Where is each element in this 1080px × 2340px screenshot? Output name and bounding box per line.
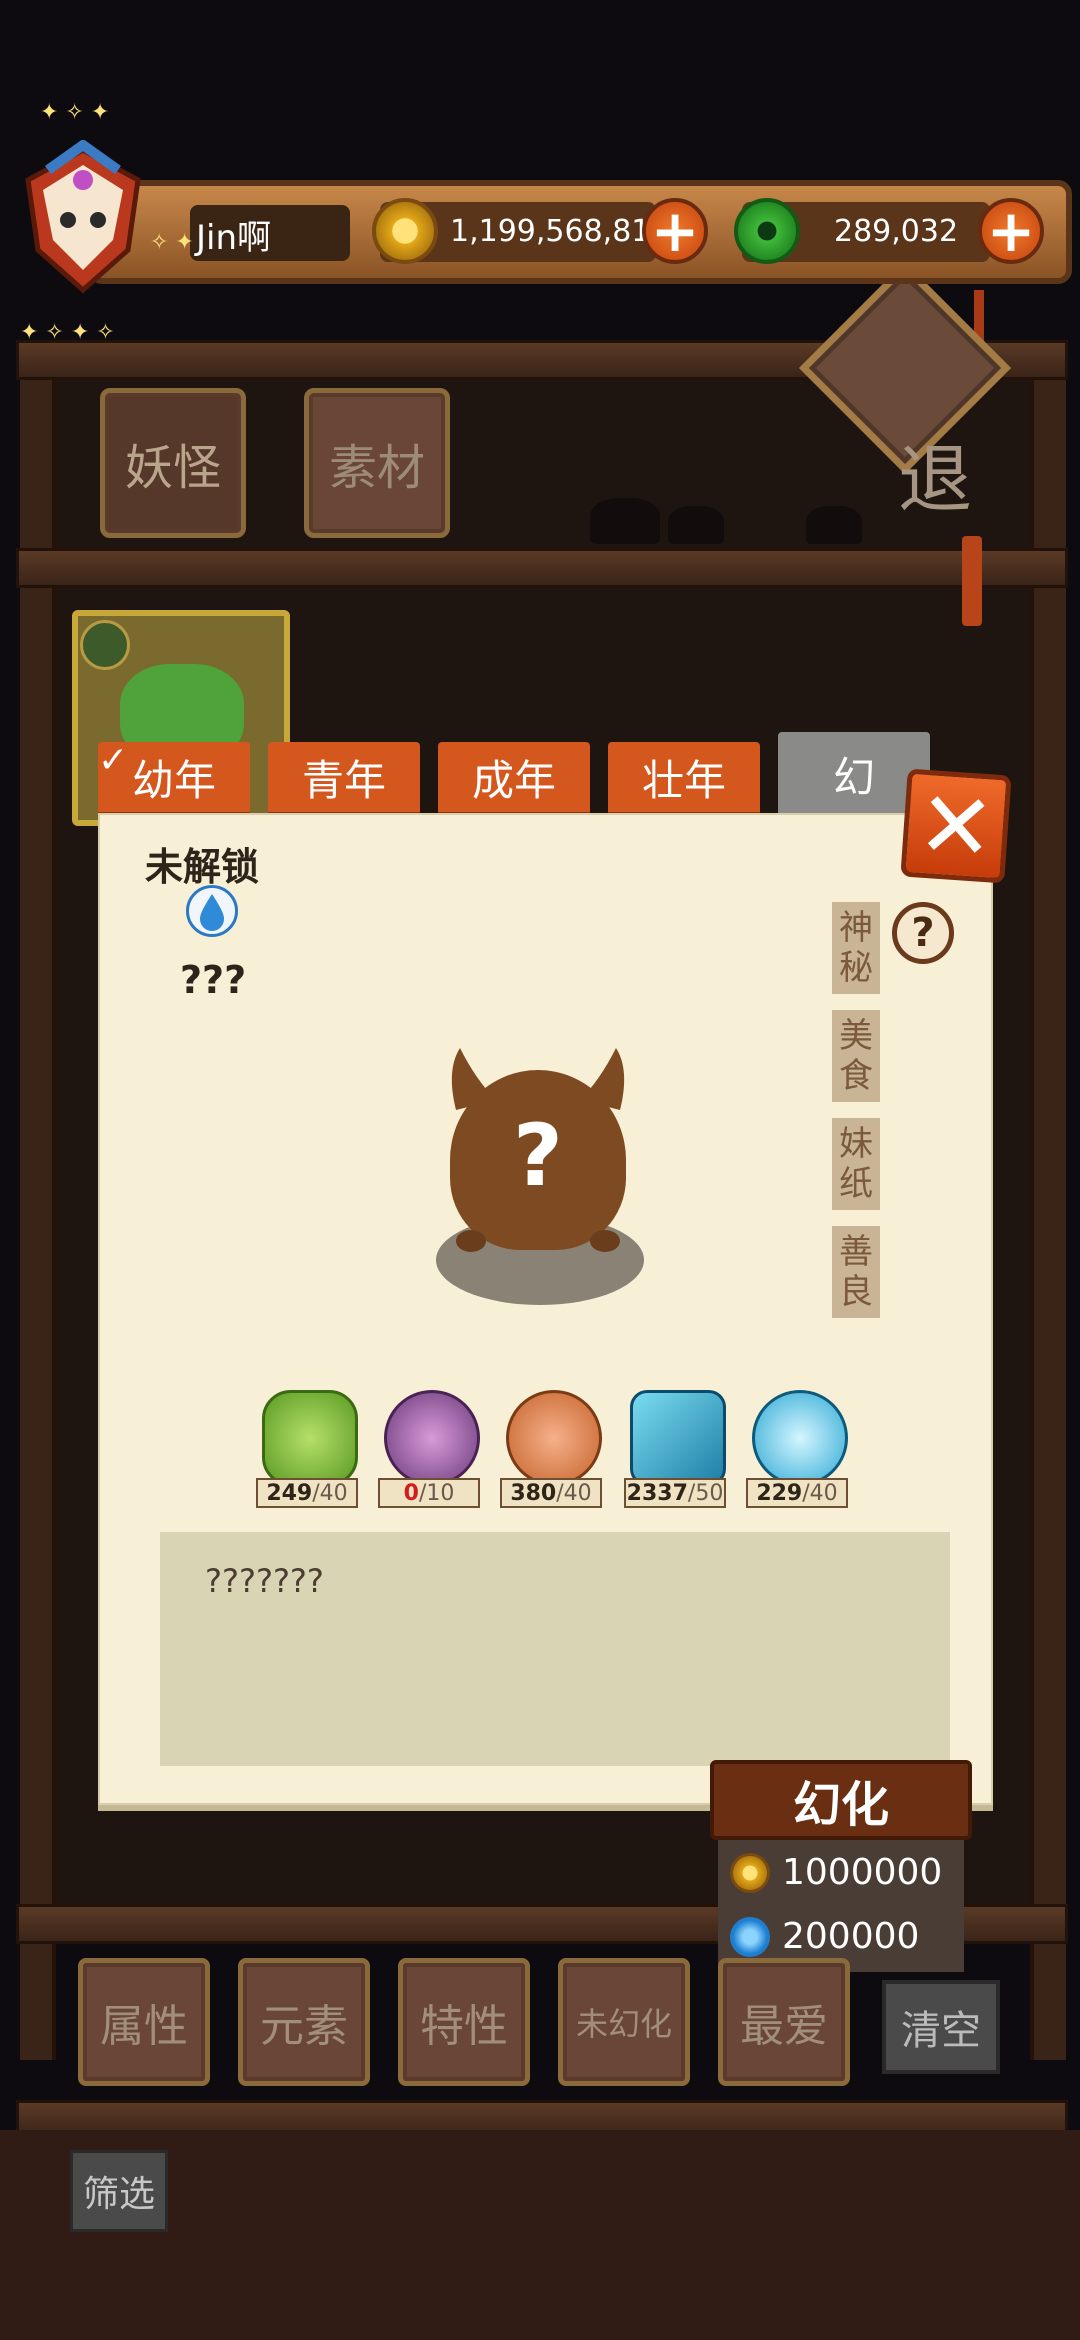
add-jade-button[interactable]: + [978,198,1044,264]
shelf-silhouette [668,506,724,544]
clear-filter-button[interactable]: 清空 [882,1980,1000,2074]
material-need: 40 [809,1480,838,1506]
shelf-silhouette [806,506,862,544]
gold-coin-icon [730,1852,770,1893]
material-have: 249 [266,1480,313,1506]
cost-water-amount: 200000 [782,1916,920,1957]
material-need: 10 [426,1480,455,1506]
tab-stage-adult[interactable]: 成年 [438,742,590,816]
gold-coin-icon [372,198,438,264]
material-have: 2337 [626,1480,688,1506]
material-count-4: 2337/50 [624,1478,726,1508]
sign-tassel [962,536,982,626]
cabinet-frame-right [1030,340,1066,2060]
category-monster-button[interactable]: 妖怪 [100,388,246,538]
screen-filter-button[interactable]: 筛选 [70,2150,168,2232]
tab-stage-baby-label: 幼年 [131,755,216,805]
monster-foot [590,1230,620,1252]
material-count-1: 249/40 [256,1478,358,1508]
cabinet-frame-left [20,340,56,2060]
player-avatar[interactable] [8,138,158,300]
filter-not-evolved-button[interactable]: 未幻化 [558,1958,690,2086]
trait-tag-kind: 善良 [832,1226,880,1318]
add-gold-button[interactable]: + [642,198,708,264]
material-have: 229 [756,1480,803,1506]
jade-amount: 289,032 [834,214,959,249]
tab-stage-youth[interactable]: 青年 [268,742,420,816]
tab-stage-prime[interactable]: 壮年 [608,742,760,816]
filter-attribute-button[interactable]: 属性 [78,1958,210,2086]
jade-coin-icon [734,198,800,264]
material-fire-orb-icon[interactable] [506,1390,602,1486]
shelf-silhouette [590,498,660,544]
filter-trait-button[interactable]: 特性 [398,1958,530,2086]
material-need: 40 [319,1480,348,1506]
material-clover-icon[interactable] [262,1390,358,1486]
player-name: Jin啊 [196,218,272,258]
water-drop-icon [730,1916,770,1957]
close-button[interactable]: ✕ [900,768,1012,884]
trait-tag-food: 美食 [832,1010,880,1102]
material-count-3: 380/40 [500,1478,602,1508]
trait-tag-mystery: 神秘 [832,902,880,994]
question-mark-icon: ? [513,1106,563,1206]
retreat-label[interactable]: 退 [895,420,975,527]
cost-gold-row: 1000000 [730,1852,942,1893]
material-have: 0 [403,1480,419,1506]
gold-amount: 1,199,568,812 [450,214,670,249]
cabinet-beam-shelf [16,548,1068,588]
material-count-5: 229/40 [746,1478,848,1508]
cost-gold-amount: 1000000 [782,1852,943,1893]
checkmark-icon: ✓ [98,740,129,781]
material-have: 380 [510,1480,557,1506]
help-icon[interactable]: ? [892,902,954,964]
material-thunder-orb-icon[interactable] [384,1390,480,1486]
leaf-element-icon [80,620,130,670]
monster-foot [456,1230,486,1252]
cost-water-row: 200000 [730,1916,919,1957]
material-need: 40 [563,1480,592,1506]
sparkle-effect: ✧ ✦ [150,230,194,255]
unlock-status: 未解锁 [145,845,260,889]
sparkle-effect: ✦ ✧ ✦ ✧ [20,320,115,345]
material-need: 50 [695,1480,724,1506]
material-count-2: 0/10 [378,1478,480,1508]
water-element-icon [186,885,238,937]
category-material-button[interactable]: 素材 [304,388,450,538]
sparkle-effect: ✦ ✧ ✦ [40,100,110,125]
evolve-button[interactable]: 幻化 [710,1760,972,1840]
filter-favorite-button[interactable]: 最爱 [718,1958,850,2086]
trait-tag-girl: 妹纸 [832,1118,880,1210]
material-water-orb-icon[interactable] [752,1390,848,1486]
description-text: ??????? [205,1562,324,1600]
material-ice-block-icon[interactable] [630,1390,726,1486]
monster-name: ??? [180,958,247,1002]
filter-element-button[interactable]: 元素 [238,1958,370,2086]
